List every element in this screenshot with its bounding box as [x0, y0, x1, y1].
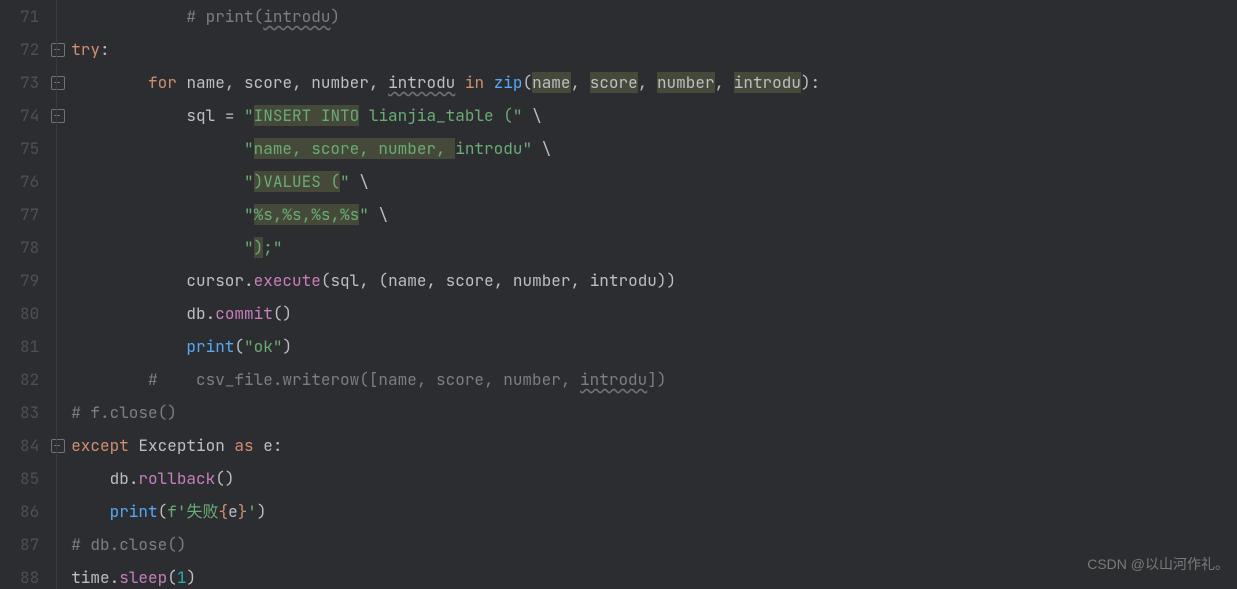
line-number: 85 [20, 462, 39, 495]
code-line[interactable]: cursor.execute(sql, (name, score, number… [71, 264, 1237, 297]
code-line[interactable]: # print(introdu) [71, 0, 1237, 33]
line-number: 84 [20, 429, 39, 462]
code-line[interactable]: time.sleep(1) [71, 561, 1237, 589]
code-line[interactable]: # csv_file.writerow([name, score, number… [71, 363, 1237, 396]
code-line[interactable]: sql = "INSERT INTO lianjia_table (" \ [71, 99, 1237, 132]
fold-gutter [51, 0, 65, 589]
line-number-gutter: 717273747576777879808182838485868788 [0, 0, 51, 589]
watermark-text: CSDN @以山河作礼。 [1087, 548, 1229, 581]
code-line[interactable]: ")VALUES (" \ [71, 165, 1237, 198]
code-line[interactable]: # f.close() [71, 396, 1237, 429]
line-number: 87 [20, 528, 39, 561]
code-line[interactable]: db.rollback() [71, 462, 1237, 495]
line-number: 80 [20, 297, 39, 330]
code-line[interactable]: "name, score, number, introdu" \ [71, 132, 1237, 165]
code-line[interactable]: ");" [71, 231, 1237, 264]
line-number: 79 [20, 264, 39, 297]
code-line[interactable]: # db.close() [71, 528, 1237, 561]
fold-line [56, 0, 57, 589]
line-number: 83 [20, 396, 39, 429]
line-number: 76 [20, 165, 39, 198]
code-line[interactable]: print(f'失败{e}') [71, 495, 1237, 528]
line-number: 75 [20, 132, 39, 165]
line-number: 73 [20, 66, 39, 99]
code-editor: 717273747576777879808182838485868788 # p… [0, 0, 1237, 589]
fold-handle[interactable] [51, 439, 65, 453]
line-number: 71 [20, 0, 39, 33]
code-line[interactable]: print("ok") [71, 330, 1237, 363]
fold-handle[interactable] [51, 109, 65, 123]
line-number: 78 [20, 231, 39, 264]
code-area[interactable]: # print(introdu) try: for name, score, n… [65, 0, 1237, 589]
code-line[interactable]: "%s,%s,%s,%s" \ [71, 198, 1237, 231]
code-line[interactable]: try: [71, 33, 1237, 66]
code-line[interactable]: for name, score, number, introdu in zip(… [71, 66, 1237, 99]
line-number: 86 [20, 495, 39, 528]
code-line[interactable]: db.commit() [71, 297, 1237, 330]
line-number: 88 [20, 561, 39, 589]
fold-handle[interactable] [51, 76, 65, 90]
line-number: 72 [20, 33, 39, 66]
fold-handle[interactable] [51, 43, 65, 57]
line-number: 74 [20, 99, 39, 132]
line-number: 82 [20, 363, 39, 396]
code-line[interactable]: except Exception as e: [71, 429, 1237, 462]
line-number: 77 [20, 198, 39, 231]
line-number: 81 [20, 330, 39, 363]
